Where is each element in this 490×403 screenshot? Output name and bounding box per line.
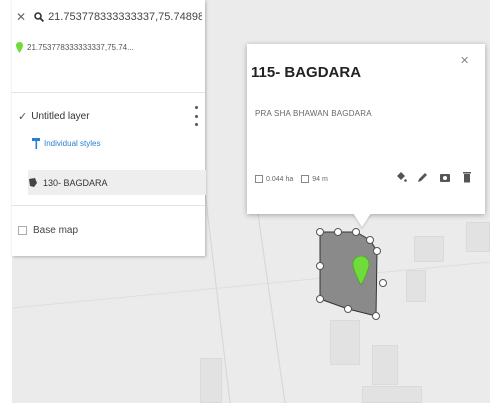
search-result[interactable]: 21.753778333333337,75.74... — [16, 42, 134, 53]
expand-icon[interactable] — [18, 226, 27, 235]
result-coords: 21.753778333333337,75.74... — [27, 43, 134, 52]
building-block — [330, 320, 360, 365]
vertex-handle[interactable] — [344, 305, 352, 313]
map-app: ✕ 21.753778333333337,75.748984... 21.753… — [0, 0, 490, 403]
layers-panel: ✕ 21.753778333333337,75.748984... 21.753… — [12, 0, 206, 256]
vertex-handle[interactable] — [366, 236, 374, 244]
vertex-handle[interactable] — [352, 228, 360, 236]
area-value: 0.044 ha — [266, 175, 294, 183]
area-icon — [255, 175, 263, 183]
camera-icon[interactable] — [437, 169, 453, 185]
perimeter-icon — [301, 175, 310, 183]
layer-options-icon[interactable] — [192, 106, 200, 126]
paint-roller-icon — [32, 138, 41, 149]
building-block — [414, 236, 444, 262]
search-input[interactable]: 21.753778333333337,75.748984... — [48, 11, 202, 23]
close-icon[interactable]: ✕ — [16, 10, 26, 24]
layer-header[interactable]: ✓ Untitled layer — [18, 110, 90, 123]
vertex-handle[interactable] — [334, 228, 342, 236]
green-pin-icon — [16, 42, 23, 53]
layer-name[interactable]: Untitled layer — [31, 111, 89, 122]
building-block — [200, 358, 222, 403]
vertex-handle[interactable] — [379, 279, 387, 287]
search-icon — [34, 12, 45, 22]
vertex-handle[interactable] — [373, 247, 381, 255]
divider — [12, 205, 205, 206]
styles-label: Individual styles — [44, 139, 101, 148]
trash-icon[interactable] — [459, 169, 475, 185]
pencil-icon[interactable] — [415, 169, 431, 185]
popup-pointer — [353, 213, 371, 227]
feature-popup: 115- BAGDARA ✕ PRA SHA BHAWAN BAGDARA 0.… — [247, 44, 485, 214]
polygon-tag-icon — [28, 177, 38, 188]
building-block — [320, 235, 360, 290]
vertex-handle[interactable] — [316, 228, 324, 236]
individual-styles-link[interactable]: Individual styles — [32, 138, 100, 149]
vertex-handle[interactable] — [316, 262, 324, 270]
popup-measurements: 0.044 ha 94 m — [255, 175, 328, 183]
vertex-handle[interactable] — [372, 312, 380, 320]
popup-actions — [393, 169, 481, 185]
building-block — [406, 270, 426, 302]
paint-bucket-icon[interactable] — [393, 169, 409, 185]
search-row: ✕ 21.753778333333337,75.748984... — [16, 10, 202, 24]
divider — [12, 92, 205, 93]
feature-item[interactable]: 130- BAGDARA — [28, 170, 206, 195]
feature-label: 130- BAGDARA — [43, 177, 108, 188]
popup-description: PRA SHA BHAWAN BAGDARA — [255, 109, 372, 118]
building-block — [372, 345, 398, 385]
building-block — [362, 386, 422, 403]
checkmark-icon[interactable]: ✓ — [18, 110, 27, 123]
building-block — [466, 222, 490, 252]
close-icon[interactable]: ✕ — [460, 54, 469, 67]
vertex-handle[interactable] — [316, 295, 324, 303]
base-map-label: Base map — [33, 225, 79, 236]
popup-title: 115- BAGDARA — [251, 64, 362, 81]
base-map-row[interactable]: Base map — [18, 225, 78, 236]
perimeter-value: 94 m — [312, 175, 328, 183]
